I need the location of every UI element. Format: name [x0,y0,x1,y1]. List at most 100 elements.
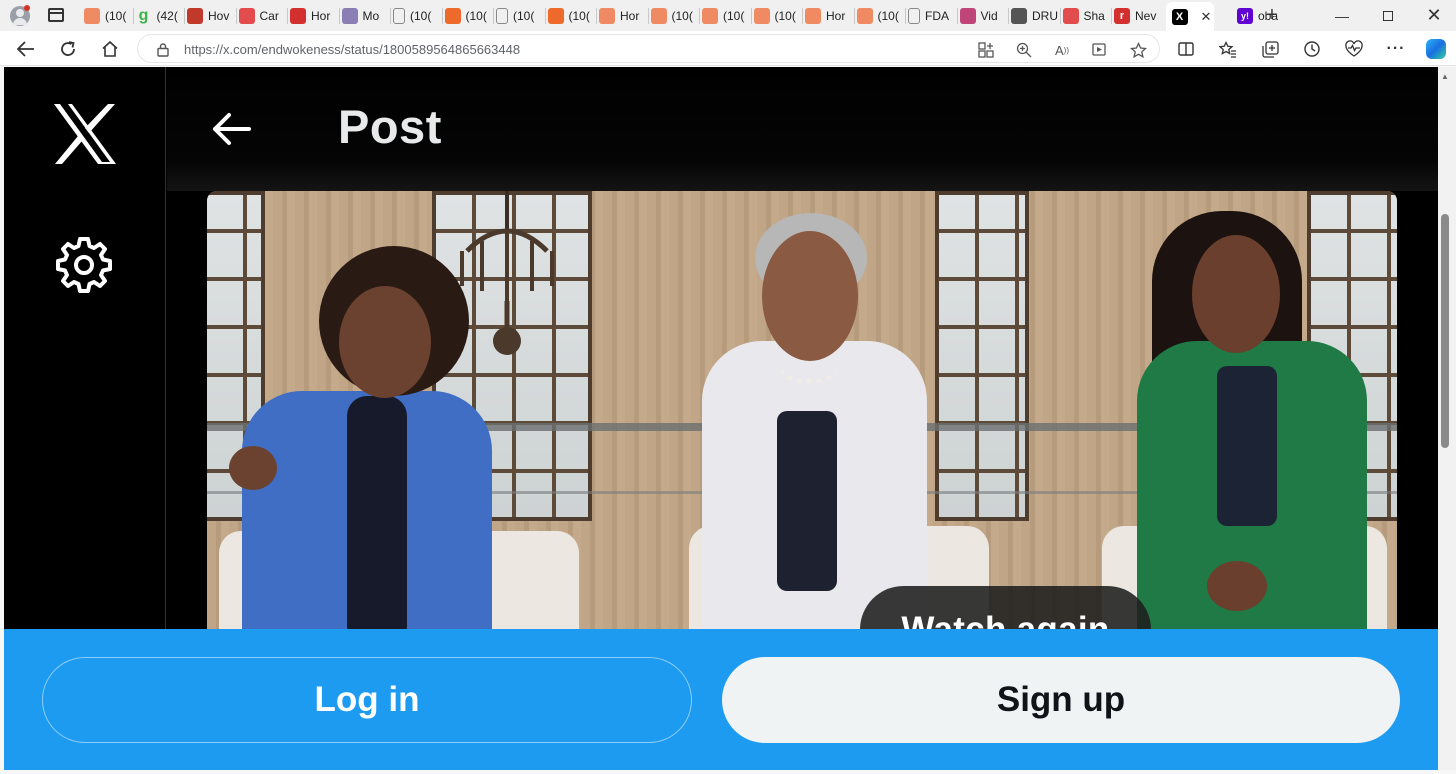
ai-icon [341,7,358,24]
close-window-button[interactable]: ✕ [1412,0,1456,31]
tab-separator [132,8,134,24]
split-screen-icon[interactable] [1172,35,1200,63]
copilot-icon[interactable] [1422,35,1450,63]
video-chandelier [460,191,554,355]
tab-separator [441,8,443,24]
browser-tab-label: Hor [620,8,640,23]
immersive-reader-icon[interactable] [1090,40,1110,60]
browser-tab[interactable]: Hor [599,4,647,27]
browser-tab[interactable]: (10( [702,4,750,27]
tab-actions-icon[interactable] [48,8,64,22]
star-icon [959,7,976,24]
x-icon: X [1171,8,1188,25]
browser-tab-label: (10( [774,8,796,23]
browser-tab[interactable]: (10( [650,4,699,27]
browser-tab-label: Car [259,8,279,23]
youtube-icon [1062,7,1079,24]
address-bar[interactable]: https://x.com/endwokeness/status/1800589… [137,34,1160,63]
tab-separator [1111,8,1112,24]
profile-avatar-icon[interactable] [10,5,30,26]
history-icon[interactable] [1298,35,1326,63]
browser-tab-label: (42( [156,8,178,23]
signup-button[interactable]: Sign up [722,657,1400,743]
substack-icon [753,7,770,24]
browser-tab-label: (10( [410,8,432,23]
tab-separator [338,8,340,24]
browser-tab-label: Mo [362,8,380,23]
browser-tab[interactable]: Mo [341,4,390,27]
scrollbar-thumb[interactable] [1441,214,1449,448]
browser-tab[interactable]: X ✕ [1165,2,1214,31]
tab-separator [390,8,391,24]
video-player[interactable]: Watch again [207,191,1397,641]
url-text[interactable]: https://x.com/endwokeness/status/1800589… [184,42,520,57]
tab-separator [802,8,803,24]
browser-tab[interactable]: (10( [84,4,132,27]
performance-icon[interactable] [1340,35,1368,63]
minimize-button[interactable]: — [1320,0,1364,31]
new-tab-button[interactable]: + [1250,0,1294,31]
lock-icon[interactable] [156,42,170,57]
scroll-up-icon[interactable]: ▲ [1441,72,1449,81]
document-icon [908,7,920,24]
browser-tab-label: FDA [925,8,949,23]
browser-tab[interactable]: DRU [1011,4,1059,27]
browser-tab[interactable]: g (42( [136,4,184,27]
tab-separator [750,8,752,24]
browser-tab-label: (10( [671,8,693,23]
home-button[interactable] [96,35,124,63]
red-shield-icon [290,7,306,24]
browser-tab-label: DRU [1032,8,1058,23]
browser-tab[interactable]: (10( [496,4,544,27]
x-logo-icon[interactable] [52,103,118,165]
r-icon: r [1114,7,1130,24]
browser-tab-strip: (10(g (42(Hov Car Hor Mo (10((10((10((10(Hor (… [0,0,1456,31]
tab-separator [184,8,185,24]
browser-tab[interactable]: (10( [753,4,802,27]
collections-icon[interactable] [1256,35,1284,63]
browser-tab-label: Nev [1135,8,1157,23]
settings-gear-icon[interactable] [54,235,114,295]
browser-tab-label: Hor [311,8,331,23]
browser-tab[interactable]: Car [238,4,287,27]
browser-tab[interactable]: Vid [959,4,1008,27]
browser-tab[interactable]: (10( [547,4,596,27]
back-arrow-icon[interactable] [211,111,251,147]
video-window-center-right [935,191,1029,521]
browser-tab[interactable]: Hor [805,4,853,27]
app-available-icon[interactable] [976,40,996,60]
browser-tab[interactable]: (10( [444,4,493,27]
browser-tab[interactable]: Hor [290,4,338,27]
browser-tab[interactable]: (10( [856,4,905,27]
browser-tab-label: (10( [513,8,535,23]
dr-icon [1011,7,1027,24]
tab-separator [493,8,494,24]
tab-separator [544,8,546,24]
browser-tab-label: Sha [1083,8,1105,23]
refresh-button[interactable] [54,35,82,63]
read-aloud-icon[interactable]: A)) [1052,40,1072,60]
tab-separator [287,8,288,24]
more-options-icon[interactable]: ··· [1382,35,1410,63]
tab-separator [853,8,855,24]
favorites-icon[interactable] [1214,35,1242,63]
browser-tab[interactable]: (10( [393,4,441,27]
browser-tab[interactable]: Hov [187,4,235,27]
browser-tab-label: (10( [877,8,899,23]
restore-button[interactable] [1366,0,1410,31]
page-title: Post [338,100,442,153]
substack-icon [84,7,100,24]
tab-separator [1059,8,1061,24]
login-button[interactable]: Log in [42,657,692,743]
favorite-star-icon[interactable] [1128,40,1148,60]
browser-tab[interactable]: FDA [908,4,956,27]
browser-tab-label: Hor [826,8,846,23]
back-button[interactable] [12,35,40,63]
browser-tab[interactable]: Sha [1062,4,1111,27]
browser-tab-label: (10( [723,8,745,23]
close-tab-icon[interactable]: ✕ [1201,9,1212,25]
browser-tab[interactable]: r Nev [1114,4,1162,27]
login-prompt-bar: Log in Sign up [4,629,1438,770]
zoom-icon[interactable] [1014,40,1034,60]
substack-icon [650,7,667,24]
